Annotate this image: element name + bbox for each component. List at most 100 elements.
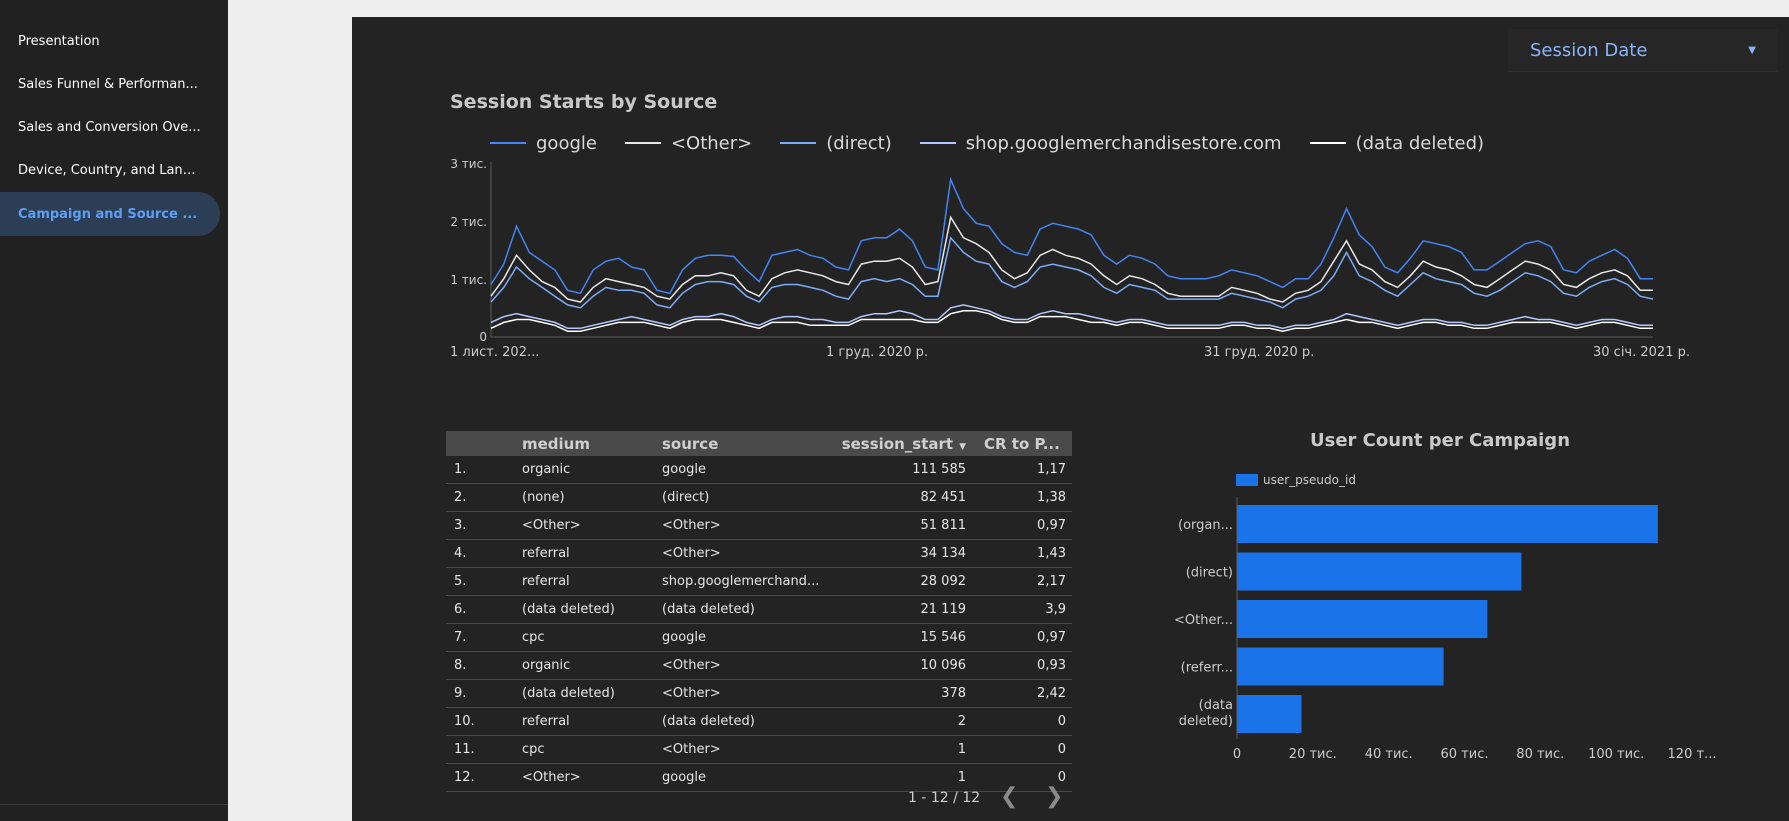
row-index: 8. [446, 651, 522, 680]
legend-swatch [780, 142, 817, 144]
bar-chart-title: User Count per Campaign [1310, 430, 1571, 451]
medium-cell: referral [522, 707, 662, 736]
table-header-index [446, 431, 522, 456]
table-row[interactable]: 1. organic google 111 585 1,17 [446, 456, 1072, 484]
session-start-cell: 1 [822, 735, 970, 764]
session-start-cell: 378 [822, 679, 970, 708]
source-cell: <Other> [662, 651, 822, 680]
source-cell: shop.googlemerchand... [662, 567, 822, 596]
cr-cell: 1,43 [970, 539, 1072, 568]
table-row[interactable]: 7. cpc google 15 546 0,97 [446, 623, 1072, 652]
table-header-row: medium source session_start ▼ CR to P... [446, 431, 1072, 456]
session-start-cell: 28 092 [822, 567, 970, 596]
medium-cell: (data deleted) [522, 679, 662, 708]
cr-cell: 0 [970, 707, 1072, 736]
row-index: 6. [446, 595, 522, 624]
session-start-cell: 111 585 [822, 456, 970, 484]
row-index: 7. [446, 623, 522, 652]
row-index: 1. [446, 456, 522, 484]
medium-cell: referral [522, 567, 662, 596]
nav-item-sales-conversion[interactable]: Sales and Conversion Ove... [0, 105, 210, 149]
table-row[interactable]: 9. (data deleted) <Other> 378 2,42 [446, 679, 1072, 708]
cr-cell: 3,9 [970, 595, 1072, 624]
source-cell: (data deleted) [662, 707, 822, 736]
medium-cell: <Other> [522, 511, 662, 540]
table-header-source[interactable]: source [662, 431, 822, 456]
medium-cell: organic [522, 651, 662, 680]
cr-cell: 0,97 [970, 623, 1072, 652]
source-cell: (data deleted) [662, 595, 822, 624]
session-start-cell: 15 546 [822, 623, 970, 652]
legend-swatch [919, 142, 956, 144]
legend-item-shop[interactable]: shop.googlemerchandisestore.com [919, 132, 1282, 154]
legend-item-other[interactable]: <Other> [624, 133, 752, 154]
nav-item-sales-funnel[interactable]: Sales Funnel & Performan... [0, 62, 210, 106]
table-header-label: session_start [841, 434, 954, 453]
row-index: 2. [446, 483, 522, 512]
row-index: 12. [446, 763, 522, 792]
session-start-cell: 34 134 [822, 539, 970, 568]
cr-cell: 0,93 [970, 651, 1072, 680]
legend-label: shop.googlemerchandisestore.com [965, 132, 1282, 154]
table-row[interactable]: 2. (none) (direct) 82 451 1,38 [446, 483, 1072, 512]
table-row[interactable]: 5. referral shop.googlemerchand... 28 092 2,… [446, 567, 1072, 596]
source-cell: <Other> [662, 539, 822, 568]
cr-cell: 1,17 [970, 456, 1072, 484]
medium-cell: cpc [522, 735, 662, 764]
nav-item-presentation[interactable]: Presentation [0, 19, 210, 63]
table-row[interactable]: 8. organic <Other> 10 096 0,93 [446, 651, 1072, 680]
cr-cell: 0,97 [970, 511, 1072, 540]
row-index: 3. [446, 511, 522, 540]
legend-item-google[interactable]: google [490, 133, 597, 154]
source-cell: (direct) [662, 483, 822, 512]
session-date-dropdown[interactable]: Session Date ▼ [1508, 29, 1778, 71]
legend-swatch [624, 142, 661, 144]
row-index: 5. [446, 567, 522, 596]
cr-cell: 1,38 [970, 483, 1072, 512]
source-cell: <Other> [662, 735, 822, 764]
session-start-cell: 1 [822, 763, 970, 792]
source-cell: <Other> [662, 679, 822, 708]
nav-item-label: Device, Country, and Land... [18, 162, 203, 178]
table-row[interactable]: 3. <Other> <Other> 51 811 0,97 [446, 511, 1072, 540]
sidebar-divider [0, 804, 228, 805]
source-cell: google [662, 456, 822, 484]
table-row[interactable]: 4. referral <Other> 34 134 1,43 [446, 539, 1072, 568]
medium-cell: (none) [522, 483, 662, 512]
legend-item-direct[interactable]: (direct) [780, 133, 892, 154]
nav-item-campaign-source[interactable]: Campaign and Source ... [0, 192, 220, 236]
table-row[interactable]: 12. <Other> google 1 0 [446, 763, 1072, 792]
source-medium-table: medium source session_start ▼ CR to P... … [446, 431, 1072, 792]
row-index: 11. [446, 735, 522, 764]
legend-swatch [1309, 142, 1346, 144]
chevron-down-icon: ▼ [1748, 45, 1756, 56]
pagination-label: 1 - 12 / 12 [908, 790, 981, 806]
nav-item-label: Sales and Conversion Ove... [18, 119, 201, 135]
source-cell: google [662, 763, 822, 792]
table-header-medium[interactable]: medium [522, 431, 662, 456]
source-cell: <Other> [662, 511, 822, 540]
table-row[interactable]: 6. (data deleted) (data deleted) 21 119 3,9 [446, 595, 1072, 624]
nav-item-label: Sales Funnel & Performan... [18, 76, 198, 92]
next-page-icon[interactable]: ❯ [1045, 784, 1063, 809]
table-row[interactable]: 11. cpc <Other> 1 0 [446, 735, 1072, 764]
session-date-label: Session Date [1530, 39, 1648, 61]
row-index: 9. [446, 679, 522, 708]
legend-item-data-deleted[interactable]: (data deleted) [1309, 132, 1485, 154]
legend-label: (data deleted) [1355, 132, 1485, 154]
table-header-session-start[interactable]: session_start ▼ [822, 431, 970, 456]
session-start-cell: 2 [822, 707, 970, 736]
source-cell: google [662, 623, 822, 652]
table-header-cr[interactable]: CR to P... [970, 431, 1072, 456]
medium-cell: organic [522, 456, 662, 484]
legend-swatch [490, 142, 526, 144]
legend-label: (direct) [826, 132, 892, 154]
cr-cell: 2,17 [970, 567, 1072, 596]
nav-item-device-country[interactable]: Device, Country, and Land... [0, 148, 210, 192]
nav-item-label: Campaign and Source ... [18, 206, 198, 222]
session-start-cell: 51 811 [822, 511, 970, 540]
prev-page-icon[interactable]: ❮ [1000, 784, 1018, 809]
table-row[interactable]: 10. referral (data deleted) 2 0 [446, 707, 1072, 736]
cr-cell: 0 [970, 735, 1072, 764]
sort-desc-icon: ▼ [959, 441, 966, 452]
